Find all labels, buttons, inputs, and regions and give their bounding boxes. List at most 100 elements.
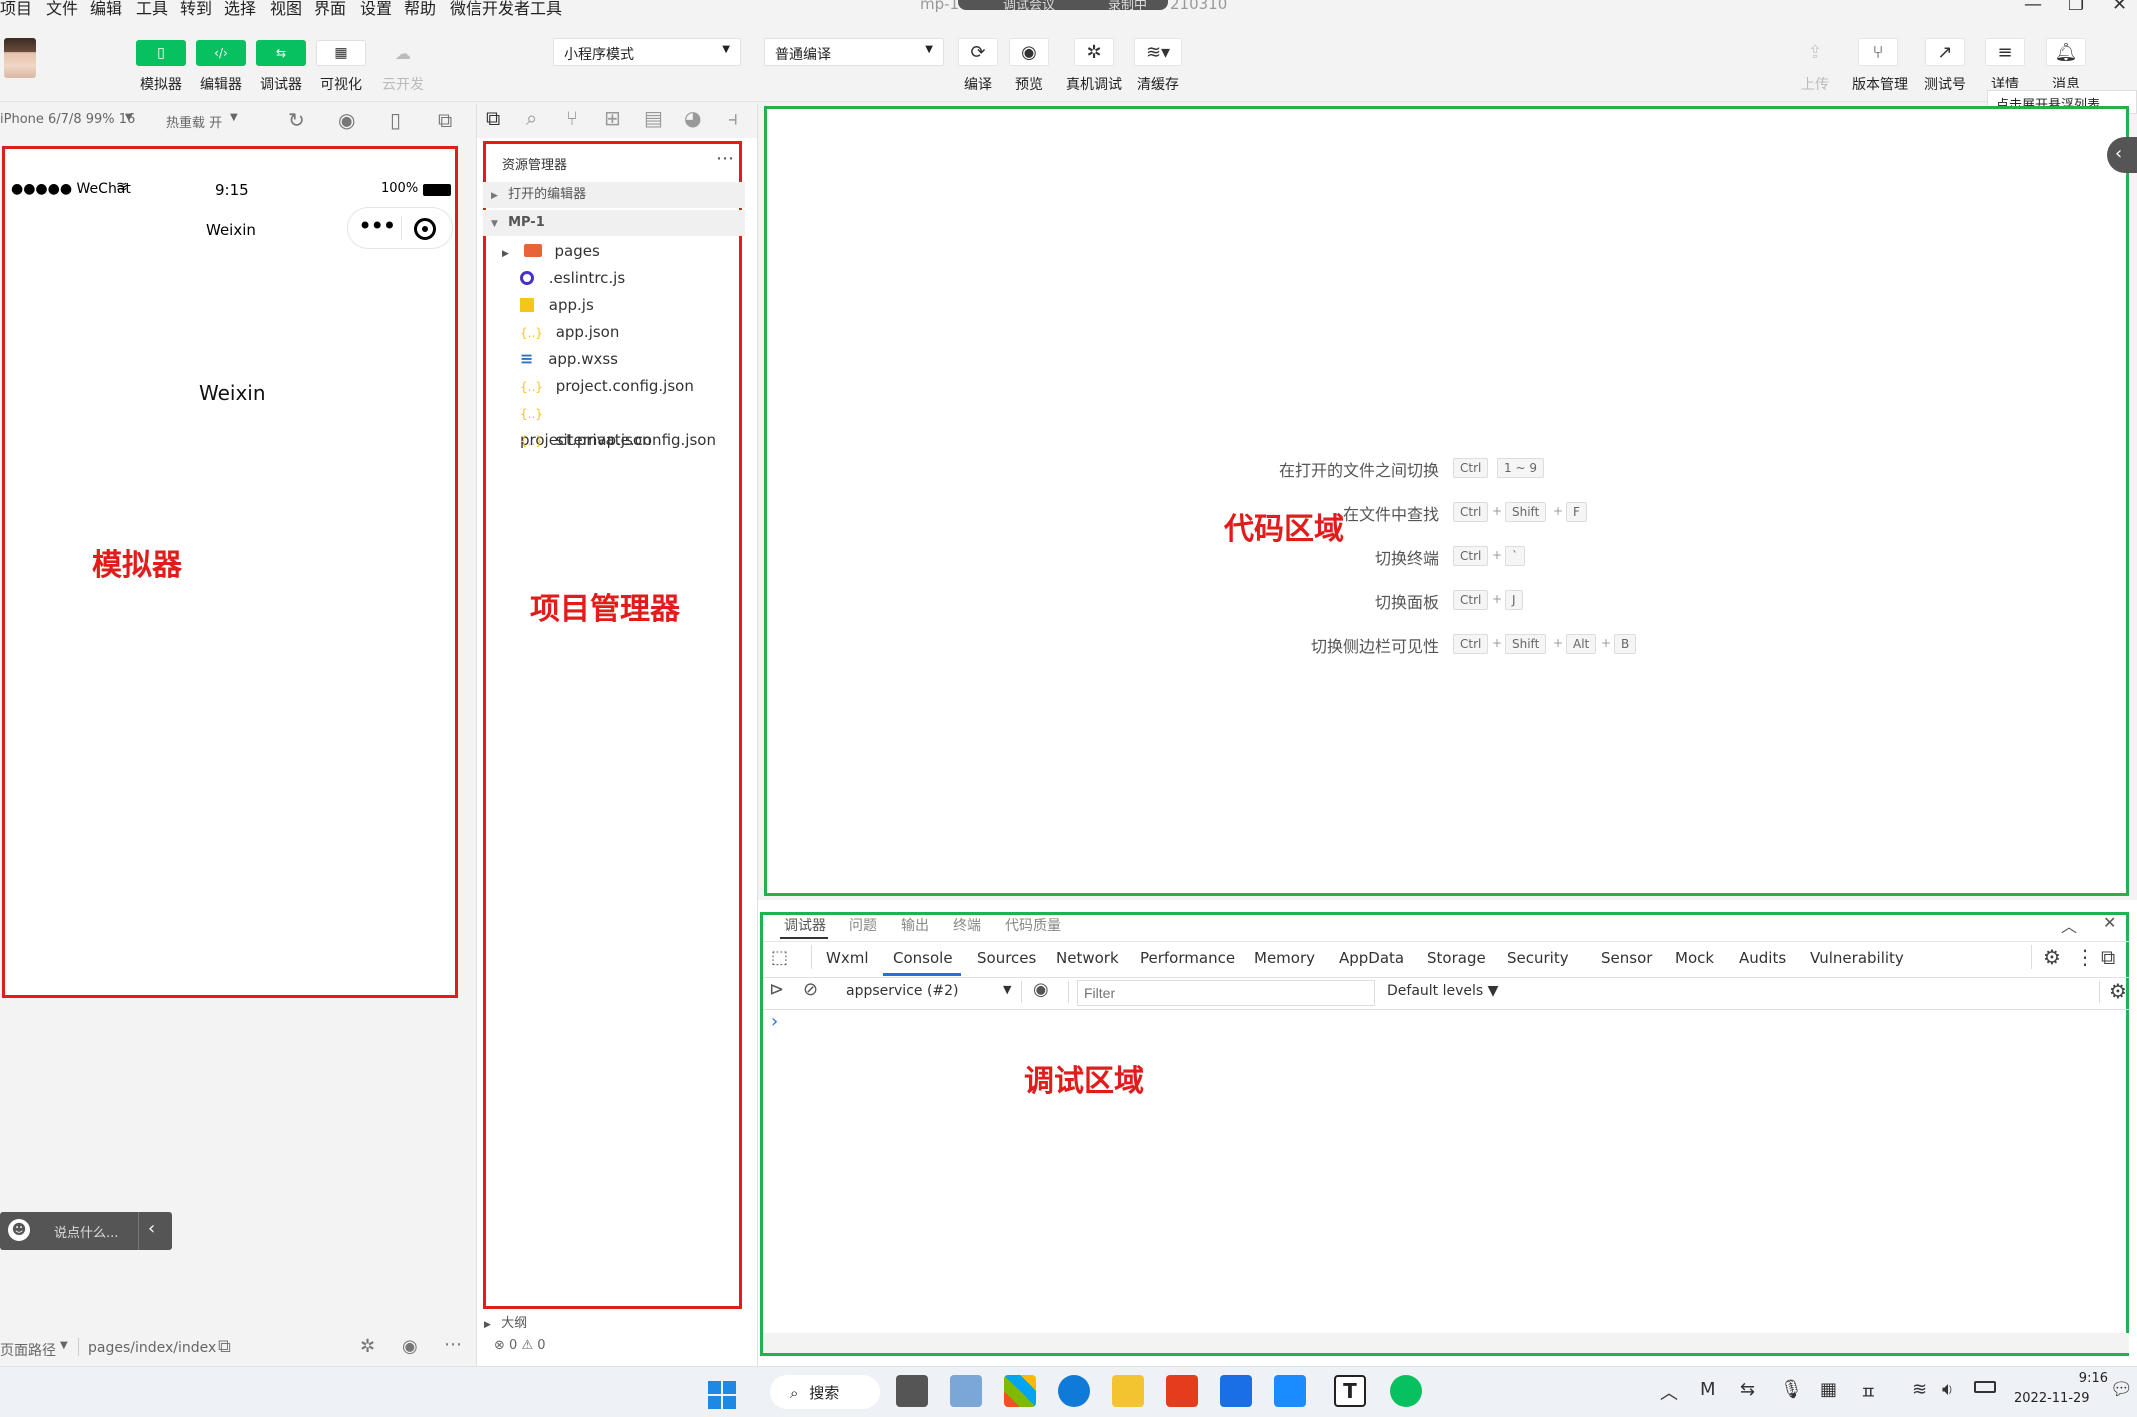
popout-icon[interactable]: ⧉	[438, 108, 452, 132]
meeting-app-icon[interactable]	[1220, 1375, 1252, 1407]
chat-input-placeholder[interactable]: 说点什么...	[54, 1222, 118, 1241]
debugger-toggle-button[interactable]: ⇆	[256, 40, 306, 66]
devtools-tab-audits[interactable]: Audits	[1739, 949, 1786, 967]
clear-console-icon[interactable]: ⊘	[803, 979, 818, 1000]
phone-icon[interactable]: ▯	[390, 108, 401, 132]
photos-app-icon[interactable]	[950, 1375, 982, 1407]
compile-button[interactable]: ⟳	[958, 38, 998, 66]
remote-debug-button[interactable]: ✲	[1074, 38, 1114, 66]
mode-select[interactable]: 小程序模式 ▼	[553, 38, 741, 66]
stop-icon[interactable]: ◉	[338, 108, 355, 132]
close-panel-icon[interactable]: ✕	[2103, 913, 2116, 932]
devtools-tab-vulnerability[interactable]: Vulnerability	[1810, 949, 1904, 967]
tree-item-app-json[interactable]: {..} app.json	[520, 319, 619, 345]
dock-icon[interactable]: ⧉	[2101, 945, 2115, 969]
search-icon[interactable]: ⌕	[526, 106, 537, 130]
details-button[interactable]: ≡	[1985, 38, 2025, 66]
inspect-element-icon[interactable]: ⬚	[771, 947, 788, 968]
cloud-dev-button[interactable]: ☁	[378, 40, 428, 66]
devtools-tab-storage[interactable]: Storage	[1427, 949, 1486, 967]
ime-icon[interactable]: ㅍ	[1860, 1379, 1877, 1405]
taskbar-time[interactable]: 9:16	[2062, 1371, 2108, 1386]
upload-button[interactable]: ⇪	[1795, 38, 1835, 66]
tree-item-project-config[interactable]: {..} project.config.json	[520, 373, 694, 399]
tree-item-eslintrc[interactable]: .eslintrc.js	[520, 265, 625, 291]
more-icon[interactable]: ⋯	[444, 1334, 462, 1355]
outline-section[interactable]: ▶ 大纲	[484, 1312, 744, 1332]
files-icon[interactable]: ⧉	[486, 106, 500, 130]
task-view-icon[interactable]	[896, 1375, 928, 1407]
problems-status[interactable]: ⊗ 0 ⚠ 0	[494, 1338, 546, 1353]
git-icon[interactable]: ⑂	[566, 106, 578, 130]
windows-start-icon[interactable]	[708, 1381, 736, 1409]
smile-icon[interactable]: ☻	[8, 1219, 30, 1241]
tree-item-sitemap[interactable]: {..} sitemap.json	[520, 427, 652, 453]
typora-app-icon[interactable]: T	[1334, 1375, 1366, 1407]
devtools-tab-sensor[interactable]: Sensor	[1601, 949, 1652, 967]
capsule-menu[interactable]: •••	[347, 207, 453, 249]
log-levels-select[interactable]: Default levels ▼	[1387, 983, 1498, 999]
minimize-icon[interactable]: —	[2024, 0, 2042, 15]
tab-code-quality[interactable]: 代码质量	[1005, 915, 1061, 935]
battery-icon[interactable]	[1974, 1381, 1996, 1393]
device-select[interactable]: iPhone 6/7/8 99% 16	[0, 112, 135, 127]
chevron-up-icon[interactable]: ︿	[2061, 913, 2077, 937]
bug-icon[interactable]: ✲	[360, 1336, 375, 1357]
split-icon[interactable]: ⫞	[728, 106, 738, 130]
wechat-devtools-icon[interactable]	[1390, 1375, 1422, 1407]
devtools-tab-console[interactable]: Console	[893, 949, 953, 967]
open-editors-section[interactable]: ▶ 打开的编辑器	[483, 182, 745, 208]
microphone-icon[interactable]: 🎙︎	[1780, 1379, 1803, 1400]
storage-icon[interactable]: ▤	[644, 106, 663, 130]
tray-grid-icon[interactable]: ▦	[1820, 1379, 1837, 1400]
taskbar-search[interactable]: ⌕ 搜索	[770, 1375, 880, 1409]
devtools-tab-wxml[interactable]: Wxml	[826, 949, 869, 967]
console-filter-input[interactable]	[1077, 980, 1375, 1006]
compile-select[interactable]: 普通编译 ▼	[764, 38, 944, 66]
taskbar-date[interactable]: 2022-11-29	[2014, 1391, 2090, 1406]
devtools-tab-sources[interactable]: Sources	[977, 949, 1036, 967]
more-icon[interactable]: •••	[358, 212, 396, 240]
tab-terminal[interactable]: 终端	[953, 915, 981, 935]
edge-browser-icon[interactable]	[1058, 1375, 1090, 1407]
code-editor-area[interactable]: 在打开的文件之间切换 Ctrl 1 ~ 9 在文件中查找 Ctrl + Shif…	[764, 106, 2137, 896]
devtools-tab-performance[interactable]: Performance	[1140, 949, 1235, 967]
gear-icon[interactable]: ⚙	[2043, 945, 2061, 969]
chevron-up-icon[interactable]: ︿	[1660, 1379, 1678, 1405]
hot-reload-toggle[interactable]: 热重载 开	[166, 112, 222, 131]
expand-sidebar-tab[interactable]: ‹	[2107, 137, 2137, 173]
avatar[interactable]	[4, 38, 36, 78]
gear-icon[interactable]: ⚙	[2109, 979, 2127, 1003]
rotate-icon[interactable]: ↻	[288, 108, 305, 132]
page-path-label[interactable]: 页面路径	[0, 1340, 56, 1360]
notification-icon[interactable]: 💬︎	[2110, 1379, 2133, 1400]
copy-icon[interactable]: ⧉	[218, 1336, 231, 1357]
restore-icon[interactable]: ❐	[2068, 0, 2084, 15]
test-account-button[interactable]: ↗	[1925, 38, 1965, 66]
more-vertical-icon[interactable]: ⋮	[2075, 945, 2095, 969]
eye-icon[interactable]: ◉	[1033, 979, 1049, 1000]
tree-item-project-private-config[interactable]: {..} project.private.config.json	[520, 400, 739, 449]
console-prompt[interactable]: ›	[771, 1011, 778, 1032]
preview-button[interactable]: ◉	[1009, 38, 1049, 66]
store-app-icon[interactable]	[1004, 1375, 1036, 1407]
extensions-icon[interactable]: ⊞	[604, 106, 621, 130]
project-section[interactable]: ▼ MP-1	[483, 210, 745, 236]
feishu-app-icon[interactable]	[1274, 1375, 1306, 1407]
chat-bar[interactable]: ☻ 说点什么... ‹	[0, 1212, 172, 1250]
devtools-tab-network[interactable]: Network	[1056, 949, 1119, 967]
editor-toggle-button[interactable]: ‹/›	[196, 40, 246, 66]
wifi-icon[interactable]: ≋	[1912, 1379, 1927, 1400]
devtools-tab-appdata[interactable]: AppData	[1339, 949, 1404, 967]
close-capsule-icon[interactable]	[414, 218, 436, 240]
devtools-tab-security[interactable]: Security	[1507, 949, 1569, 967]
clear-cache-button[interactable]: ≋▾	[1134, 38, 1182, 66]
volume-icon[interactable]: 🔉︎	[1942, 1379, 1953, 1400]
version-button[interactable]: ⑂	[1858, 38, 1898, 66]
context-select[interactable]: appservice (#2)	[846, 983, 959, 999]
more-icon[interactable]: ⋯	[716, 148, 734, 169]
devtools-tab-mock[interactable]: Mock	[1675, 949, 1714, 967]
office-app-icon[interactable]	[1166, 1375, 1198, 1407]
tab-debugger[interactable]: 调试器	[784, 915, 826, 935]
tray-network-icon[interactable]: ⇆	[1740, 1379, 1755, 1400]
